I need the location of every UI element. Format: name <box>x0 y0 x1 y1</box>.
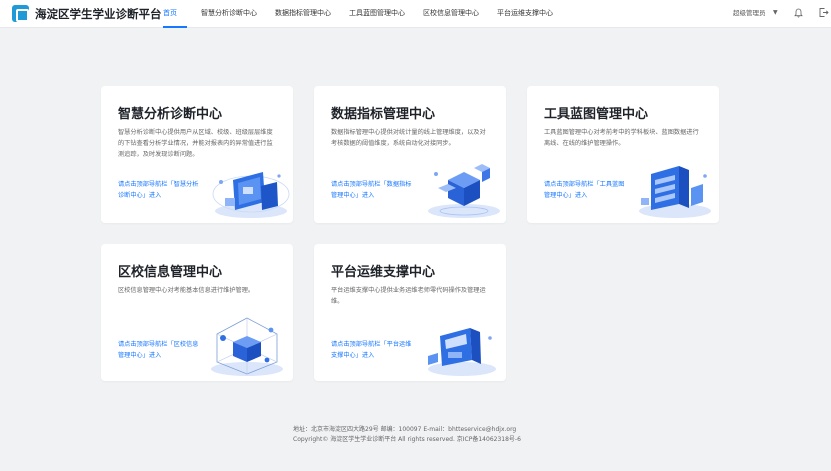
card-link[interactable]: 请点击顶部导航栏「区校信息管理中心」进入 <box>118 340 202 361</box>
card-description: 工具蓝图管理中心对考前考中的学科板块、蓝图数据进行离线、在线的维护管理操作。 <box>544 129 699 147</box>
logout-icon[interactable] <box>818 7 829 18</box>
nav-home[interactable]: 首页 <box>163 0 187 28</box>
bell-icon[interactable] <box>794 8 803 18</box>
card-school-info-center: 区校信息管理中心 区校信息管理中心对考能基本信息进行维护管理。 请点击顶部导航栏… <box>101 244 293 381</box>
card-title: 区校信息管理中心 <box>118 265 223 280</box>
footer-address: 地址：北京市海淀区四大路29号 邮编：100097 E-mail：bhttese… <box>293 426 517 433</box>
card-link[interactable]: 请点击顶部导航栏「平台运维支撑中心」进入 <box>331 340 415 361</box>
network-cube-illustration-icon <box>211 317 283 376</box>
card-title: 工具蓝图管理中心 <box>544 107 649 122</box>
card-ops-support-center: 平台运维支撑中心 平台运维支撑中心提供业务运维老师零代码操作及管理运维。 请点击… <box>314 244 506 381</box>
logo-icon <box>12 5 29 22</box>
card-tool-blueprint-center: 工具蓝图管理中心 工具蓝图管理中心对考前考中的学科板块、蓝图数据进行离线、在线的… <box>527 86 719 223</box>
nav-tool-blueprint-center[interactable]: 工具蓝图管理中心 <box>349 0 405 28</box>
card-description: 平台运维支撑中心提供业务运维老师零代码操作及管理运维。 <box>331 287 486 305</box>
nav-ops-support-center[interactable]: 平台运维支撑中心 <box>497 0 553 28</box>
card-title: 平台运维支撑中心 <box>331 265 436 280</box>
user-menu[interactable]: 超级管理员 <box>733 0 766 26</box>
nav-analysis-center[interactable]: 智慧分析诊断中心 <box>201 0 257 28</box>
card-data-index-center: 数据指标管理中心 数据指标管理中心提供对统计量的线上管理维度，以及对考核数据的阈… <box>314 86 506 223</box>
card-title: 数据指标管理中心 <box>331 107 436 122</box>
server-illustration-icon <box>639 166 711 218</box>
nav-school-info-center[interactable]: 区校信息管理中心 <box>423 0 479 28</box>
operations-illustration-icon <box>428 328 496 376</box>
card-description: 数据指标管理中心提供对统计量的线上管理维度，以及对考核数据的阈值维度，系统自动化… <box>331 129 486 147</box>
top-navbar: 海淀区学生学业诊断平台 首页 智慧分析诊断中心 数据指标管理中心 工具蓝图管理中… <box>0 0 831 28</box>
data-cubes-illustration-icon <box>428 164 500 218</box>
card-link[interactable]: 请点击顶部导航栏「智慧分析诊断中心」进入 <box>118 180 202 201</box>
footer-copyright: Copyright© 海淀区学生学业诊断平台 All rights reserv… <box>293 436 521 443</box>
nav-data-index-center[interactable]: 数据指标管理中心 <box>275 0 331 28</box>
card-description: 智慧分析诊断中心提供用户从区域、校级、班级层层维度的下钻查看分析学业情况，并能对… <box>118 129 273 158</box>
card-analysis-center: 智慧分析诊断中心 智慧分析诊断中心提供用户从区域、校级、班级层层维度的下钻查看分… <box>101 86 293 223</box>
app-title: 海淀区学生学业诊断平台 <box>35 7 162 21</box>
caret-down-icon[interactable]: ▼ <box>773 9 778 16</box>
main-nav: 首页 智慧分析诊断中心 数据指标管理中心 工具蓝图管理中心 区校信息管理中心 平… <box>158 0 553 28</box>
card-description: 区校信息管理中心对考能基本信息进行维护管理。 <box>118 287 255 294</box>
card-link[interactable]: 请点击顶部导航栏「数据指标管理中心」进入 <box>331 180 415 201</box>
card-title: 智慧分析诊断中心 <box>118 107 223 122</box>
card-link[interactable]: 请点击顶部导航栏「工具蓝图管理中心」进入 <box>544 180 628 201</box>
dashboard-illustration-icon <box>212 172 290 218</box>
